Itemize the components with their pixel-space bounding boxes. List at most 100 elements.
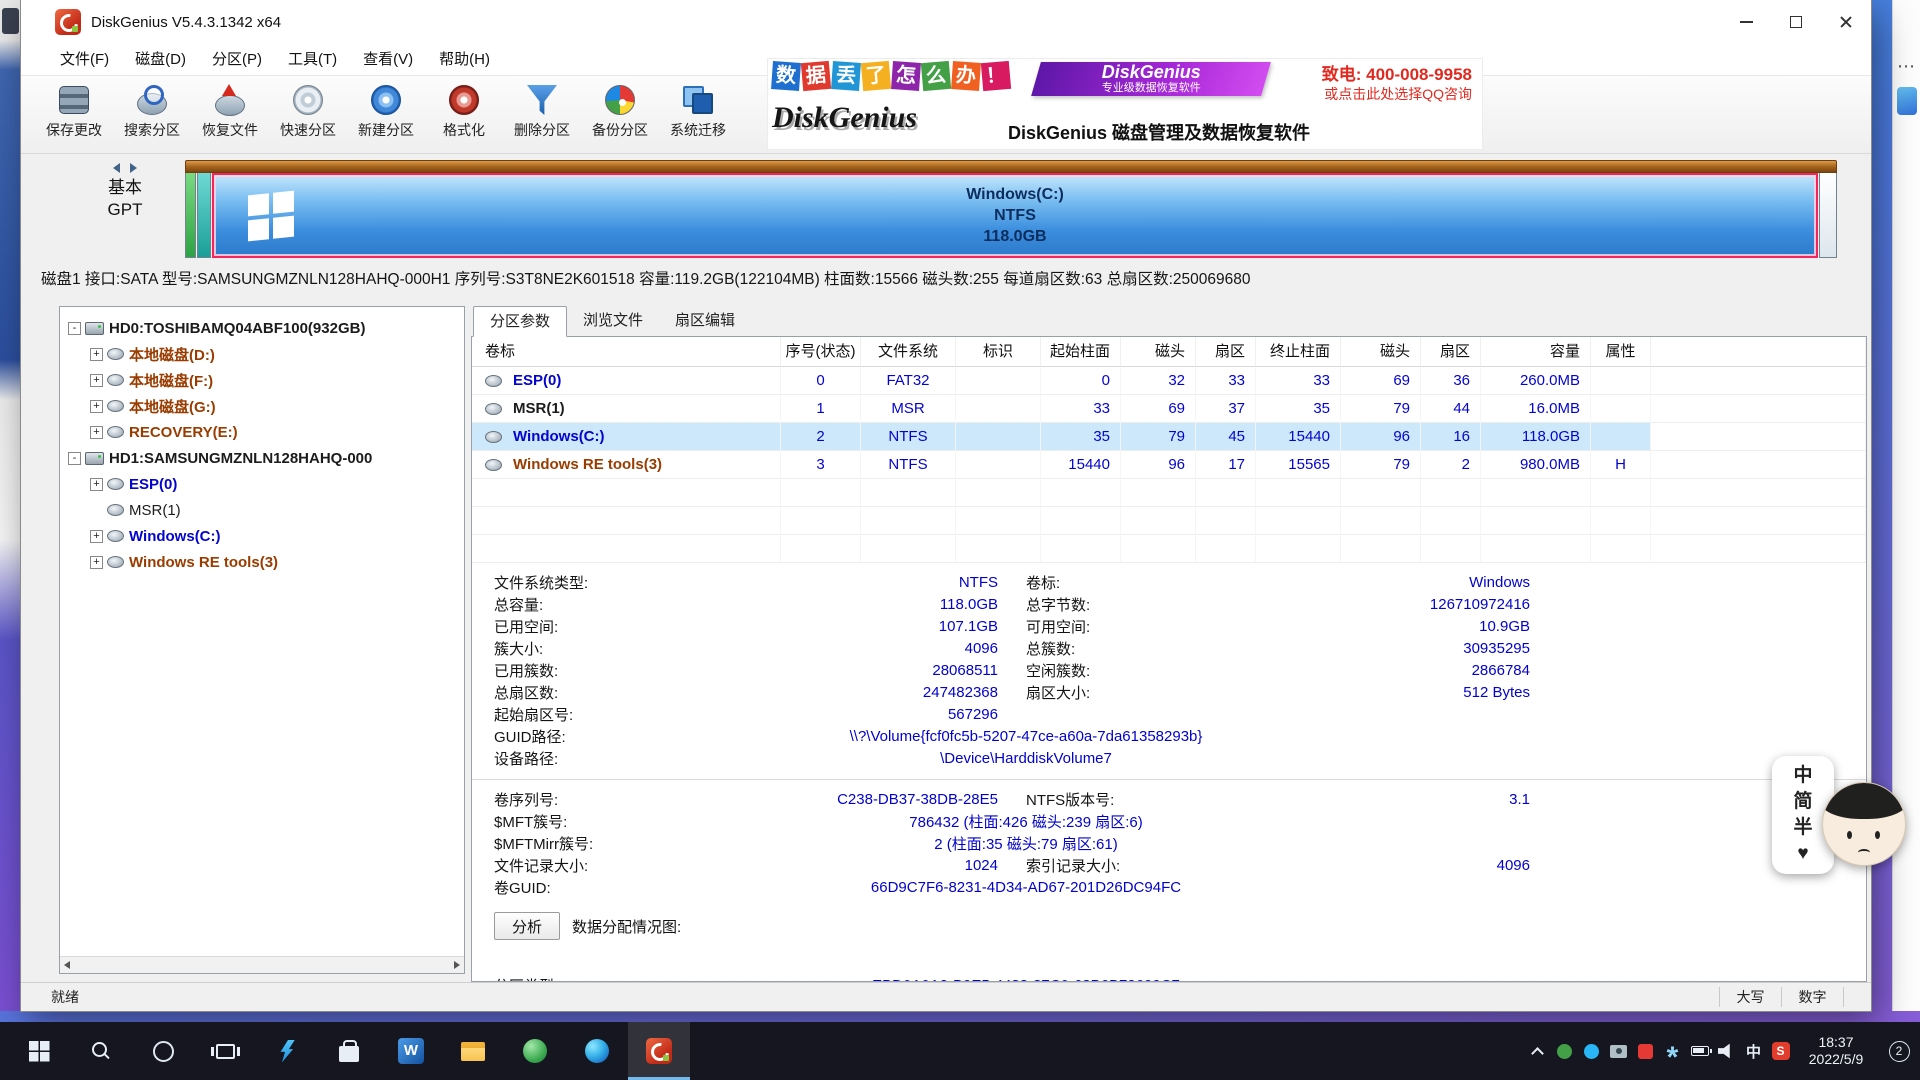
- column-header[interactable]: 容量: [1481, 337, 1591, 367]
- numlock-indicator: 数字: [1781, 987, 1843, 1007]
- toolbar-format-button[interactable]: 格式化: [425, 76, 503, 153]
- column-header[interactable]: 属性: [1591, 337, 1651, 367]
- tree-item[interactable]: MSR(1): [60, 497, 464, 523]
- app-edge-button[interactable]: [566, 1022, 628, 1080]
- search-button[interactable]: [70, 1022, 132, 1080]
- toolbar-delete-button[interactable]: 删除分区: [503, 76, 581, 153]
- tree-item[interactable]: +本地磁盘(F:): [60, 367, 464, 393]
- toolbar-migrate-button[interactable]: 系统迁移: [659, 76, 737, 153]
- hidden-icons-chevron-button[interactable]: [1524, 1022, 1551, 1080]
- tree-item[interactable]: +ESP(0): [60, 471, 464, 497]
- cell: [1591, 423, 1651, 451]
- tab-partition-params[interactable]: 分区参数: [473, 306, 567, 337]
- task-view-button[interactable]: [194, 1022, 256, 1080]
- expander-icon[interactable]: +: [90, 478, 103, 491]
- tree-item[interactable]: -HD1:SAMSUNGMZNLN128HAHQ-000: [60, 445, 464, 471]
- ime-mascot-face[interactable]: [1822, 782, 1906, 866]
- prev-disk-arrow-icon[interactable]: [113, 163, 120, 173]
- app-store-button[interactable]: [318, 1022, 380, 1080]
- tree-item-label: MSR(1): [129, 502, 181, 519]
- ad-banner[interactable]: 数据丢了怎么办！ DiskGenius DiskGenius 专业级数据恢复软件…: [767, 58, 1483, 150]
- overflow-menu-icon[interactable]: ⋯: [1893, 56, 1920, 77]
- expander-icon[interactable]: +: [90, 530, 103, 543]
- partition-segment-esp[interactable]: [185, 173, 196, 258]
- expander-icon[interactable]: +: [90, 426, 103, 439]
- tree-item[interactable]: +Windows RE tools(3): [60, 549, 464, 575]
- menu-item-view[interactable]: 查看(V): [350, 44, 426, 76]
- tray-camera-button[interactable]: [1605, 1022, 1632, 1080]
- column-header[interactable]: 磁头: [1121, 337, 1196, 367]
- minimize-button[interactable]: [1721, 0, 1771, 44]
- toolbar-recover-button[interactable]: 恢复文件: [191, 76, 269, 153]
- ime-floating-widget[interactable]: 中简半♥: [1772, 756, 1906, 874]
- tree-horizontal-scrollbar[interactable]: [60, 956, 464, 973]
- ime-language-button[interactable]: 中: [1740, 1022, 1767, 1080]
- partition-row[interactable]: ESP(0)0FAT3203233336936260.0MB: [472, 367, 1866, 395]
- tab-browse-files[interactable]: 浏览文件: [567, 306, 659, 336]
- close-button[interactable]: [1821, 0, 1871, 44]
- toolbar-backup-button[interactable]: 备份分区: [581, 76, 659, 153]
- expander-icon[interactable]: +: [90, 374, 103, 387]
- column-header[interactable]: 终止柱面: [1256, 337, 1341, 367]
- partition-segment-msr[interactable]: [197, 173, 211, 258]
- tray-battery-button[interactable]: [1686, 1022, 1713, 1080]
- start-button[interactable]: [8, 1022, 70, 1080]
- column-header[interactable]: 扇区: [1196, 337, 1256, 367]
- scroll-left-icon[interactable]: [64, 961, 70, 969]
- tray-volume-button[interactable]: [1713, 1022, 1740, 1080]
- disk-capacity-strip[interactable]: [185, 160, 1837, 173]
- app-lightning-button[interactable]: [256, 1022, 318, 1080]
- scroll-right-icon[interactable]: [454, 961, 460, 969]
- partition-row[interactable]: Windows RE tools(3)3NTFS1544096171556579…: [472, 451, 1866, 479]
- menu-item-tools[interactable]: 工具(T): [275, 44, 350, 76]
- expander-icon[interactable]: +: [90, 400, 103, 413]
- tree-item[interactable]: +Windows(C:): [60, 523, 464, 549]
- expander-icon[interactable]: +: [90, 556, 103, 569]
- tray-snowflake-button[interactable]: *: [1659, 1022, 1686, 1080]
- partition-row[interactable]: MSR(1)1MSR33693735794416.0MB: [472, 395, 1866, 423]
- tree-item[interactable]: +本地磁盘(D:): [60, 341, 464, 367]
- column-header[interactable]: 起始柱面: [1041, 337, 1121, 367]
- menu-item-file[interactable]: 文件(F): [47, 44, 122, 76]
- maximize-button[interactable]: [1771, 0, 1821, 44]
- toolbar-quick-button[interactable]: 快速分区: [269, 76, 347, 153]
- column-header[interactable]: 扇区: [1421, 337, 1481, 367]
- expander-icon[interactable]: -: [68, 322, 81, 335]
- expander-icon[interactable]: -: [68, 452, 81, 465]
- toolbar-new-button[interactable]: 新建分区: [347, 76, 425, 153]
- tray-blue-button[interactable]: [1578, 1022, 1605, 1080]
- menu-item-help[interactable]: 帮助(H): [426, 44, 503, 76]
- menu-item-partition[interactable]: 分区(P): [199, 44, 275, 76]
- tab-sector-edit[interactable]: 扇区编辑: [659, 306, 751, 336]
- ad-qq-link[interactable]: 或点击此处选择QQ咨询: [1322, 85, 1472, 103]
- toolbar-search-button[interactable]: 搜索分区: [113, 76, 191, 153]
- detail-value: 512 Bytes: [1230, 684, 1530, 701]
- tray-red-square-button[interactable]: [1632, 1022, 1659, 1080]
- app-diskgenius-button[interactable]: [628, 1022, 690, 1080]
- app-green-button[interactable]: [504, 1022, 566, 1080]
- analyze-button[interactable]: 分析: [494, 912, 560, 940]
- column-header[interactable]: 标识: [956, 337, 1041, 367]
- expander-icon[interactable]: +: [90, 348, 103, 361]
- sogou-input-button[interactable]: S: [1767, 1022, 1794, 1080]
- toolbar-save-button[interactable]: 保存更改: [35, 76, 113, 153]
- cortana-button[interactable]: [132, 1022, 194, 1080]
- tree-item[interactable]: +本地磁盘(G:): [60, 393, 464, 419]
- next-disk-arrow-icon[interactable]: [130, 163, 137, 173]
- menu-item-disk[interactable]: 磁盘(D): [122, 44, 199, 76]
- partition-segment-re-tools[interactable]: [1819, 173, 1837, 258]
- tray-green-button[interactable]: [1551, 1022, 1578, 1080]
- column-header[interactable]: 序号(状态): [781, 337, 861, 367]
- app-word-button[interactable]: W: [380, 1022, 442, 1080]
- column-header[interactable]: 磁头: [1341, 337, 1421, 367]
- partition-row[interactable]: Windows(C:)2NTFS357945154409616118.0GB: [472, 423, 1866, 451]
- tree-item[interactable]: +RECOVERY(E:): [60, 419, 464, 445]
- column-header[interactable]: 文件系统: [861, 337, 956, 367]
- mascot-mouth: [1858, 849, 1870, 856]
- app-explorer-button[interactable]: [442, 1022, 504, 1080]
- action-center-button[interactable]: 2: [1878, 1022, 1920, 1080]
- partition-segment-windows[interactable]: Windows(C:) NTFS 118.0GB: [212, 173, 1818, 258]
- tree-item[interactable]: -HD0:TOSHIBAMQ04ABF100(932GB): [60, 315, 464, 341]
- taskbar-clock[interactable]: 18:37 2022/5/9: [1796, 1034, 1876, 1068]
- column-header[interactable]: 卷标: [472, 337, 781, 367]
